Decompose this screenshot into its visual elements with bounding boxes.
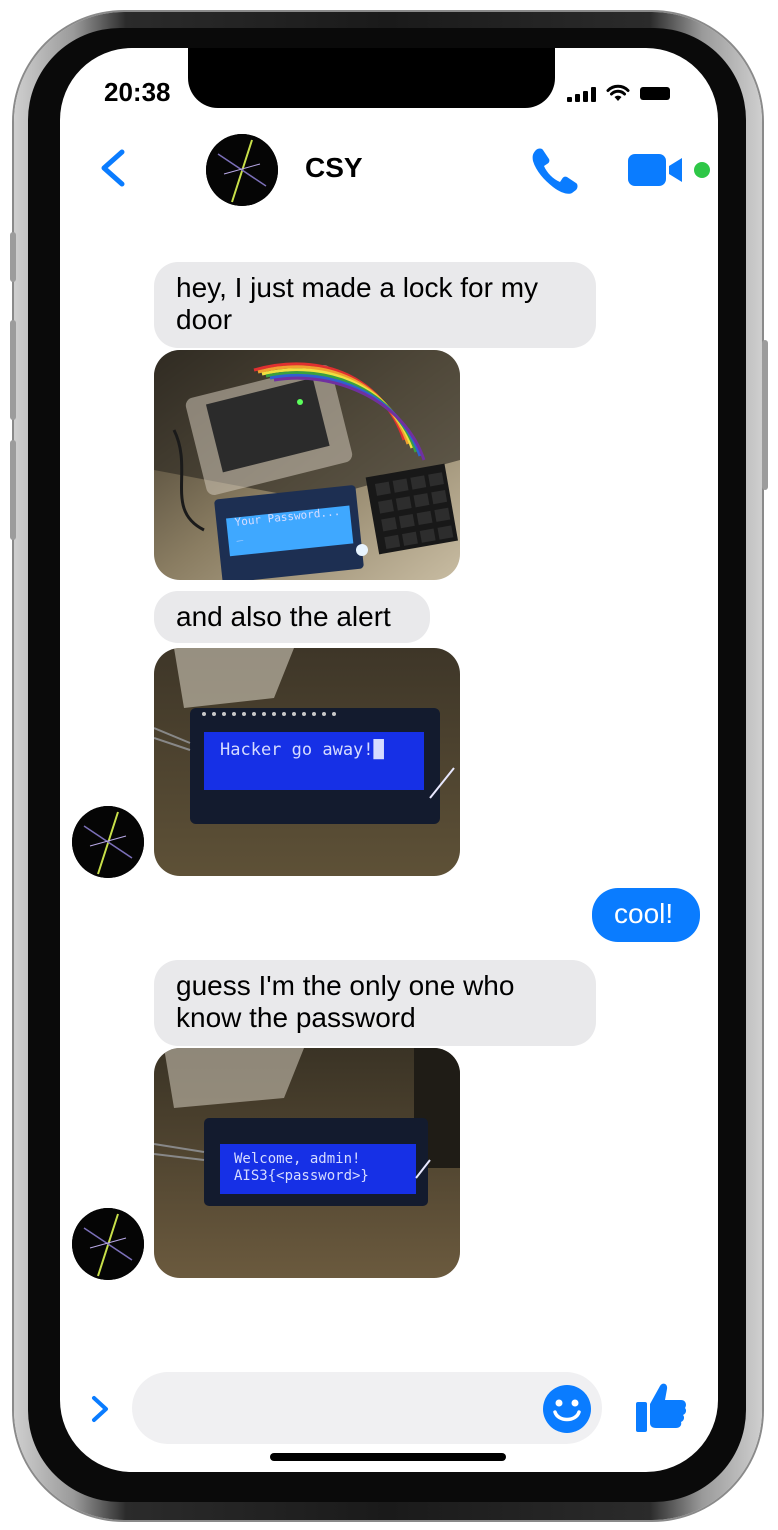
status-time: 20:38 <box>104 77 171 107</box>
lcd-text: Hacker go away!█ <box>220 740 384 760</box>
message-bubble-incoming[interactable]: guess I'm the only one who know the pass… <box>154 960 596 1046</box>
chevron-right-icon[interactable] <box>88 1392 114 1426</box>
message-bubble-incoming[interactable]: hey, I just made a lock for my door <box>154 262 596 348</box>
chat-header: CSY <box>60 132 718 224</box>
online-status-dot <box>694 162 710 178</box>
avatar-image <box>72 806 144 878</box>
smiley-icon[interactable] <box>542 1384 592 1434</box>
video-camera-icon[interactable] <box>628 150 688 190</box>
contact-name[interactable]: CSY <box>305 152 363 184</box>
lcd-text: Welcome, admin! AIS3{<password>} <box>234 1151 369 1184</box>
message-bubble-incoming[interactable]: and also the alert <box>154 591 430 643</box>
phone-icon[interactable] <box>528 146 582 194</box>
message-input[interactable] <box>132 1372 602 1444</box>
message-bubble-outgoing[interactable]: cool! <box>592 888 700 942</box>
cellular-signal-icon <box>567 86 596 102</box>
contact-avatar[interactable] <box>206 134 278 206</box>
message-composer <box>60 1366 718 1456</box>
notch <box>188 48 555 108</box>
message-photo-lock[interactable]: Your Password... _ <box>154 350 460 580</box>
wifi-icon <box>606 84 630 101</box>
contact-avatar-small[interactable] <box>72 806 144 878</box>
arduino-lock-photo <box>154 350 460 580</box>
home-indicator[interactable] <box>270 1453 506 1461</box>
lcd-alert-photo <box>154 648 460 876</box>
volume-up-button <box>10 320 16 420</box>
thumbs-up-icon[interactable] <box>634 1380 688 1434</box>
battery-icon <box>640 87 670 100</box>
avatar-image <box>72 1208 144 1280</box>
phone-screen: 20:38 CSY hey, I just made a lock for my… <box>60 48 718 1472</box>
message-photo-alert[interactable]: Hacker go away!█ <box>154 648 460 876</box>
message-photo-welcome[interactable]: Welcome, admin! AIS3{<password>} <box>154 1048 460 1278</box>
mute-switch <box>10 232 16 282</box>
chevron-left-icon[interactable] <box>94 148 134 188</box>
volume-down-button <box>10 440 16 540</box>
status-icons <box>567 84 670 102</box>
power-button <box>762 340 768 490</box>
avatar-image <box>206 134 278 206</box>
contact-avatar-small[interactable] <box>72 1208 144 1280</box>
